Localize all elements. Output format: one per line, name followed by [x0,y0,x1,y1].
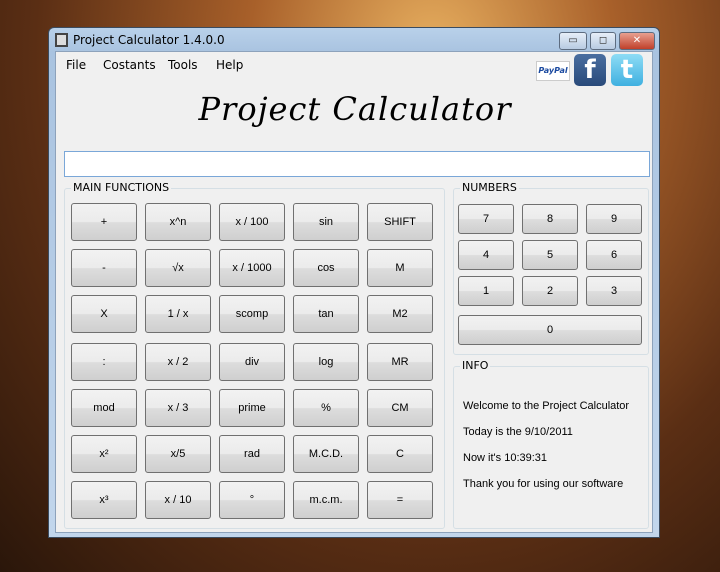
display-input[interactable] [64,151,650,177]
function-button[interactable]: X [71,295,137,333]
main-functions-label: MAIN FUNCTIONS [71,181,172,194]
number-button-0[interactable]: 0 [458,315,642,345]
number-button-7[interactable]: 7 [458,204,514,234]
number-button-9[interactable]: 9 [586,204,642,234]
window-title: Project Calculator 1.4.0.0 [73,33,225,47]
facebook-icon[interactable]: f [574,54,606,86]
function-button[interactable]: cos [293,249,359,287]
function-button[interactable]: % [293,389,359,427]
function-button[interactable]: x / 2 [145,343,211,381]
function-button[interactable]: log [293,343,359,381]
function-button[interactable]: = [367,481,433,519]
function-button[interactable]: prime [219,389,285,427]
info-label: INFO [460,359,491,372]
paypal-button[interactable]: PayPal [536,61,570,81]
app-logo-title: Project Calculator [198,90,512,128]
function-button[interactable]: √x [145,249,211,287]
info-group: INFO Welcome to the Project Calculator T… [453,359,649,529]
number-button-5[interactable]: 5 [522,240,578,270]
numbers-label: NUMBERS [460,181,519,194]
info-thanks: Thank you for using our software [463,478,624,490]
function-button[interactable]: SHIFT [367,203,433,241]
number-button-3[interactable]: 3 [586,276,642,306]
function-button[interactable]: x³ [71,481,137,519]
function-button[interactable]: MR [367,343,433,381]
menu-costants[interactable]: Costants [103,58,156,72]
twitter-icon[interactable]: t [611,54,643,86]
function-button[interactable]: tan [293,295,359,333]
numbers-group: NUMBERS 789 456 123 0 [453,181,649,355]
function-button[interactable]: rad [219,435,285,473]
function-button[interactable]: x^n [145,203,211,241]
function-button[interactable]: x / 10 [145,481,211,519]
function-button[interactable]: scomp [219,295,285,333]
number-button-4[interactable]: 4 [458,240,514,270]
info-time: Now it's 10:39:31 [463,452,548,464]
function-button[interactable]: x / 3 [145,389,211,427]
menu-help[interactable]: Help [216,58,243,72]
app-window: Project Calculator 1.4.0.0 ▭ ◻ ✕ File Co… [48,27,660,538]
number-button-8[interactable]: 8 [522,204,578,234]
function-button[interactable]: : [71,343,137,381]
function-button[interactable]: C [367,435,433,473]
number-button-6[interactable]: 6 [586,240,642,270]
app-icon [55,33,68,47]
function-button[interactable]: div [219,343,285,381]
function-button[interactable]: 1 / x [145,295,211,333]
function-button[interactable]: x² [71,435,137,473]
function-button[interactable]: ° [219,481,285,519]
client-area: File Costants Tools Help PayPal f t Proj… [55,51,653,533]
function-button[interactable]: M2 [367,295,433,333]
function-button[interactable]: m.c.m. [293,481,359,519]
function-button[interactable]: + [71,203,137,241]
number-button-1[interactable]: 1 [458,276,514,306]
function-button[interactable]: M.C.D. [293,435,359,473]
function-button[interactable]: sin [293,203,359,241]
function-button[interactable]: M [367,249,433,287]
number-button-2[interactable]: 2 [522,276,578,306]
function-button[interactable]: mod [71,389,137,427]
minimize-button[interactable]: ▭ [559,32,587,50]
close-button[interactable]: ✕ [619,32,655,50]
function-button[interactable]: - [71,249,137,287]
maximize-button[interactable]: ◻ [590,32,616,50]
menu-tools[interactable]: Tools [168,58,198,72]
function-button[interactable]: x/5 [145,435,211,473]
menu-file[interactable]: File [66,58,86,72]
function-button[interactable]: CM [367,389,433,427]
info-welcome: Welcome to the Project Calculator [463,400,630,412]
function-button[interactable]: x / 100 [219,203,285,241]
function-button[interactable]: x / 1000 [219,249,285,287]
main-functions-group: MAIN FUNCTIONS + x^n x / 100 sin SHIFT - √x x /… [64,181,445,529]
info-date: Today is the 9/10/2011 [463,426,573,438]
